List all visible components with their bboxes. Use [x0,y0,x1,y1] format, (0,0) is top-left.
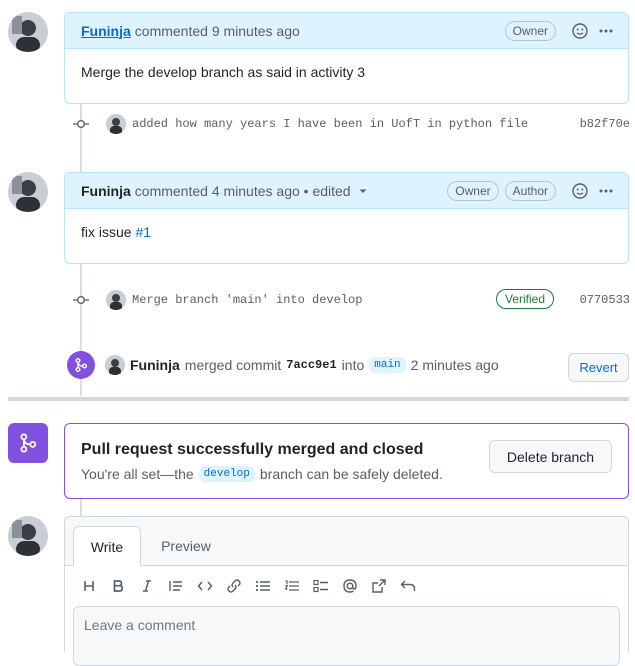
merge-time: 2 minutes ago [410,357,499,373]
reference-icon[interactable] [367,576,390,596]
comment-card: Funinja commented 9 minutes ago Owner Me… [64,12,629,104]
git-merge-icon [8,423,48,463]
kebab-menu-icon[interactable] [596,21,616,41]
kebab-menu-icon[interactable] [596,181,616,201]
commit-row: added how many years I have been in UofT… [70,113,630,135]
owner-badge: Owner [447,181,499,201]
delete-branch-button[interactable]: Delete branch [489,440,612,473]
merge-action: merged commit [184,357,282,373]
caret-down-icon[interactable] [353,181,373,201]
comment-meta: commented 9 minutes ago [134,22,300,39]
commit-row: Merge branch 'main' into develop Verifie… [70,289,630,311]
avatar[interactable] [106,114,126,134]
task-list-icon[interactable] [309,576,332,596]
comment-text: fix issue [81,224,136,240]
merged-text-suffix: branch can be safely deleted. [259,466,443,482]
git-commit-icon [70,113,92,135]
heading-icon[interactable] [77,576,100,596]
git-merge-icon [67,351,95,379]
smiley-icon[interactable] [570,21,590,41]
quote-icon[interactable] [164,576,187,596]
head-branch-chip[interactable]: develop [198,466,255,482]
git-commit-icon [70,289,92,311]
comment-body: fix issue #1 [65,209,628,255]
timeline-divider [8,397,629,401]
editor-body: Leave a comment [65,565,628,666]
italic-icon[interactable] [135,576,158,596]
revert-button[interactable]: Revert [568,353,629,382]
base-branch-chip[interactable]: main [369,357,406,373]
avatar[interactable] [105,355,125,375]
merge-author[interactable]: Funinja [130,357,180,373]
tab-preview[interactable]: Preview [149,526,223,566]
avatar[interactable] [8,516,48,556]
comment-editor: Write Preview Leave a comment [64,516,629,666]
smiley-icon[interactable] [570,181,590,201]
comment-body: Merge the develop branch as said in acti… [81,64,366,80]
merge-commit-sha[interactable]: 7acc9e1 [286,358,336,372]
avatar[interactable] [8,172,48,212]
undo-icon[interactable] [396,576,419,596]
comment-card: Funinja commented 4 minutes ago • edited… [64,172,629,264]
code-icon[interactable] [193,576,216,596]
commit-message[interactable]: added how many years I have been in UofT… [132,117,528,131]
merged-status-title: Pull request successfully merged and clo… [81,441,424,458]
link-icon[interactable] [222,576,245,596]
merge-into: into [341,357,365,373]
comment-textarea[interactable]: Leave a comment [73,606,620,666]
ordered-list-icon[interactable] [280,576,303,596]
comment-header: Funinja commented 9 minutes ago Owner [65,13,628,49]
merged-status-box: Pull request successfully merged and clo… [64,423,629,499]
comment-author[interactable]: Funinja [81,183,131,199]
avatar[interactable] [106,290,126,310]
comment-header: Funinja commented 4 minutes ago • edited… [65,173,628,209]
merge-event: Funinja merged commit 7acc9e1 into main … [105,355,499,375]
commit-sha[interactable]: 0770533 [580,293,630,307]
owner-badge: Owner [504,21,556,41]
merged-status-text: You're all set—the develop branch can be… [81,466,443,482]
markdown-toolbar [77,576,419,596]
merged-text-prefix: You're all set—the [81,466,194,482]
bold-icon[interactable] [106,576,129,596]
tab-write[interactable]: Write [73,526,141,566]
comment-author[interactable]: Funinja [81,23,131,39]
comment-meta: commented 4 minutes ago • edited [134,182,351,199]
unordered-list-icon[interactable] [251,576,274,596]
commit-sha[interactable]: b82f70e [580,117,630,131]
avatar[interactable] [8,12,48,52]
author-badge: Author [504,181,556,201]
issue-link[interactable]: #1 [135,224,151,240]
verified-badge[interactable]: Verified [495,289,554,309]
commit-message[interactable]: Merge branch 'main' into develop [132,293,362,307]
timeline-line [80,499,82,517]
mention-icon[interactable] [338,576,361,596]
